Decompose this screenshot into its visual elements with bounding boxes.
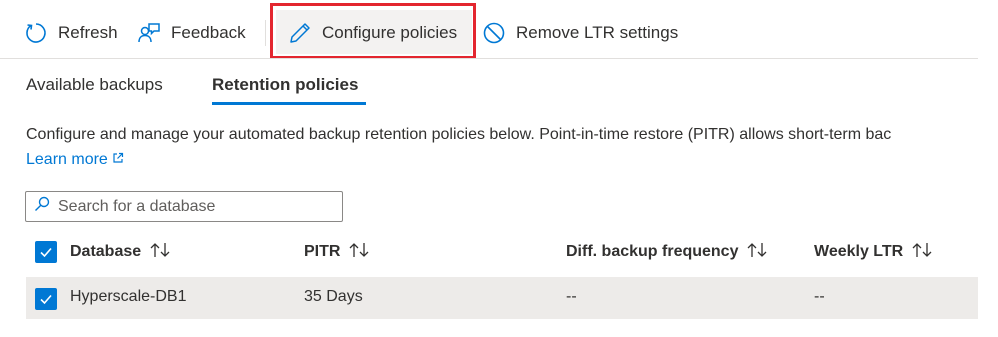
cell-pitr: 35 Days xyxy=(304,288,363,305)
sort-icon[interactable] xyxy=(746,242,770,263)
column-header-pitr[interactable]: PITR xyxy=(304,241,372,263)
row-checkbox[interactable] xyxy=(35,288,57,310)
tab-label: Available backups xyxy=(26,75,163,94)
learn-more-link[interactable]: Learn more xyxy=(26,151,124,169)
sort-icon[interactable] xyxy=(911,242,935,263)
column-header-weekly-ltr[interactable]: Weekly LTR xyxy=(814,241,935,263)
column-label: Diff. backup frequency xyxy=(566,243,739,260)
column-label: PITR xyxy=(304,243,341,260)
tab-retention-policies[interactable]: Retention policies xyxy=(212,74,358,102)
column-label: Weekly LTR xyxy=(814,243,904,260)
block-icon xyxy=(482,21,506,45)
remove-ltr-settings-button[interactable]: Remove LTR settings xyxy=(482,16,678,50)
cell-diff-backup-frequency: -- xyxy=(566,288,577,305)
column-header-diff-backup-frequency[interactable]: Diff. backup frequency xyxy=(566,241,770,263)
checkmark-icon xyxy=(40,247,52,258)
description-text: Configure and manage your automated back… xyxy=(26,126,892,143)
refresh-icon xyxy=(24,21,48,45)
feedback-icon xyxy=(137,21,161,45)
toolbar: Refresh Feedback Configure policies Remo… xyxy=(0,0,978,66)
external-link-icon xyxy=(112,151,124,169)
refresh-button[interactable]: Refresh xyxy=(24,16,118,50)
feedback-button[interactable]: Feedback xyxy=(137,16,246,50)
feedback-label: Feedback xyxy=(171,23,246,42)
search-box[interactable] xyxy=(25,191,343,222)
toolbar-divider xyxy=(0,58,978,59)
tab-label: Retention policies xyxy=(212,75,359,94)
refresh-label: Refresh xyxy=(58,23,118,42)
cell-weekly-ltr: -- xyxy=(814,288,825,305)
sort-icon[interactable] xyxy=(348,242,372,263)
column-label: Database xyxy=(70,243,142,260)
active-tab-indicator xyxy=(212,102,366,105)
sort-icon[interactable] xyxy=(149,242,173,263)
tab-available-backups[interactable]: Available backups xyxy=(26,74,163,102)
checkmark-icon xyxy=(40,294,52,305)
select-all-checkbox[interactable] xyxy=(35,241,57,263)
toolbar-separator xyxy=(265,20,266,46)
cell-database: Hyperscale-DB1 xyxy=(70,288,187,305)
search-input[interactable] xyxy=(58,197,328,216)
highlight-box xyxy=(270,3,476,59)
column-header-database[interactable]: Database xyxy=(70,241,173,263)
search-icon xyxy=(34,196,50,217)
learn-more-label: Learn more xyxy=(26,151,108,168)
remove-ltr-label: Remove LTR settings xyxy=(516,23,679,42)
